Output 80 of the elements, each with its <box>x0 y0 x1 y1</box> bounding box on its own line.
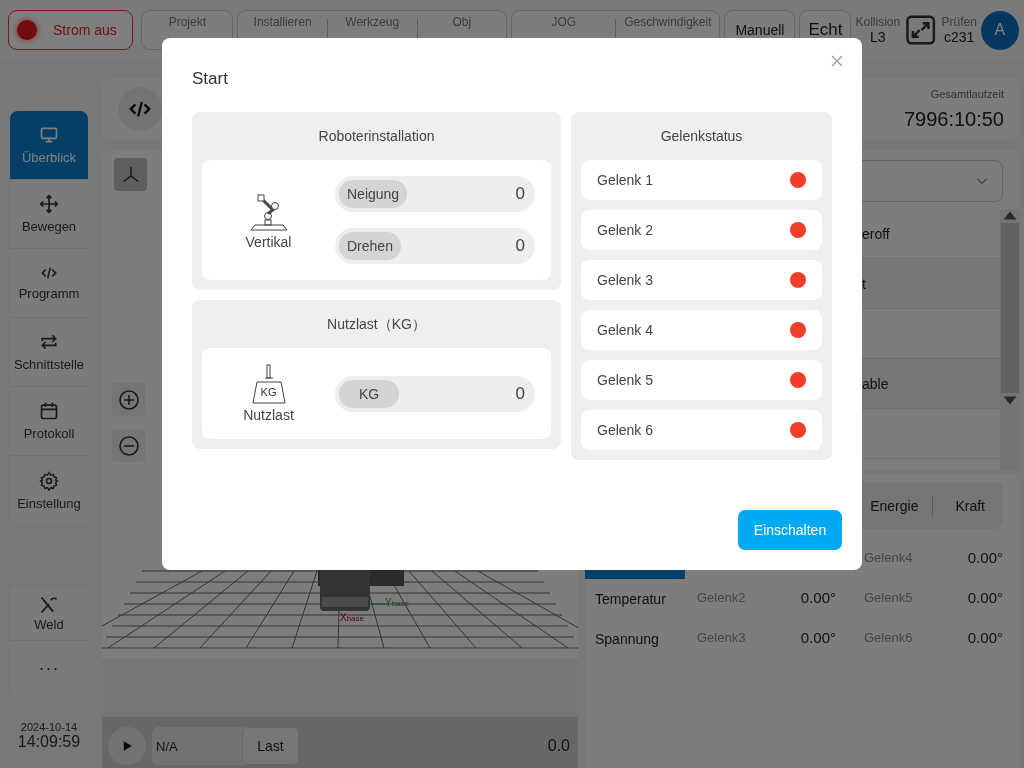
minus-circle-icon <box>116 433 141 458</box>
mount-label: Vertikal <box>245 233 292 250</box>
nav-item[interactable]: Überblick <box>10 111 88 180</box>
status-label: Geschwindigkeit <box>624 15 712 29</box>
tab[interactable]: Kraft <box>955 497 985 514</box>
joint-name: Gelenk 6 <box>597 422 654 438</box>
axis-label: Xbase <box>340 612 365 623</box>
time-text: 14:09:59 <box>17 733 81 751</box>
row-text: eroff <box>862 225 890 242</box>
panel-title: Gelenkstatus <box>659 127 744 146</box>
user-avatar[interactable]: A <box>980 10 1019 50</box>
joint-name: Gelenk5 <box>864 589 913 605</box>
value-field[interactable]: KG 0 <box>335 375 535 412</box>
date-text: 2024-10-14 <box>20 721 78 733</box>
joint-name: Gelenk3 <box>697 629 746 645</box>
status-label: Installieren <box>253 15 312 29</box>
scroll-up-icon[interactable] <box>1001 209 1019 221</box>
joint-value: 0.00° <box>800 628 836 646</box>
last-button[interactable]: Last <box>242 727 299 765</box>
status-value: c231 <box>944 29 975 45</box>
row-text: able <box>862 375 889 392</box>
nav-item[interactable]: Programm <box>10 249 88 318</box>
nav-item[interactable]: Schnittstelle <box>10 318 88 387</box>
zoom-out-button[interactable] <box>112 429 145 462</box>
code-icon <box>41 265 57 281</box>
nav-item[interactable]: Weld <box>10 586 88 641</box>
swap-icon <box>39 332 59 352</box>
row-text: t <box>862 275 866 292</box>
nav-item[interactable]: Bewegen <box>10 180 88 249</box>
axis-label: Ybase <box>385 597 410 608</box>
panel-title: Nutzlast（KG） <box>326 315 427 334</box>
joint-value: 0.00° <box>967 628 1003 646</box>
plus-circle-icon <box>116 387 141 412</box>
calendar-icon <box>39 401 59 421</box>
nav-item[interactable]: Einstellung <box>10 456 88 525</box>
joint-name: Gelenk 4 <box>597 322 654 338</box>
joint-name: Gelenk 5 <box>597 372 654 388</box>
zoom-in-button[interactable] <box>112 383 145 416</box>
close-button[interactable] <box>830 55 844 69</box>
play-button[interactable] <box>108 727 146 765</box>
joint-name: Gelenk 2 <box>597 222 654 238</box>
status-label: Prüfen <box>941 15 977 29</box>
payload-label: Nutzlast <box>243 407 294 423</box>
axes-view-button[interactable] <box>114 158 147 191</box>
tab[interactable]: Spannung <box>585 619 685 659</box>
joint-name: Gelenk 3 <box>597 272 654 288</box>
code-button[interactable] <box>118 87 162 131</box>
panel-title: Roboterinstallation <box>317 127 436 146</box>
status-label: Projekt <box>168 15 206 29</box>
joint-name: Gelenk4 <box>864 549 913 565</box>
joint-value: 0.00° <box>800 588 836 606</box>
value-field[interactable]: Drehen 0 <box>335 228 535 264</box>
joint-name: Gelenk 1 <box>597 172 654 188</box>
move-icon <box>39 194 59 214</box>
nav-item[interactable]: Protokoll <box>10 387 88 456</box>
power-button[interactable]: Strom aus <box>8 10 134 50</box>
tab[interactable]: Energie <box>870 497 919 514</box>
value-field[interactable]: Neigung 0 <box>335 176 535 212</box>
scrollbar[interactable] <box>1000 209 1020 470</box>
nav-item[interactable]: ··· <box>10 641 88 696</box>
status-value: L3 <box>870 29 886 45</box>
status-label: Werkzeug <box>345 15 400 29</box>
status-label: Obj <box>452 15 472 29</box>
value-text: 0.0 <box>547 737 570 755</box>
tab[interactable]: Temperatur <box>585 579 685 619</box>
runtime-label: Gesamtlaufzeit <box>930 87 1004 100</box>
confirm-button[interactable]: Einschalten <box>738 510 842 550</box>
joint-value: 0.00° <box>967 548 1003 566</box>
joint-name: Gelenk6 <box>864 629 913 645</box>
torch-icon <box>39 594 59 615</box>
runtime-value: 7996:10:50 <box>903 107 1004 131</box>
settings-icon <box>39 470 59 491</box>
expand-icon[interactable] <box>906 15 936 45</box>
scroll-down-icon[interactable] <box>1001 395 1019 407</box>
status-label: JOG <box>551 15 577 29</box>
dialog-title: Start <box>192 69 228 89</box>
status-label: Kollision <box>855 15 901 29</box>
joint-name: Gelenk2 <box>697 589 746 605</box>
monitor-icon <box>39 125 59 145</box>
joint-value: 0.00° <box>967 588 1003 606</box>
